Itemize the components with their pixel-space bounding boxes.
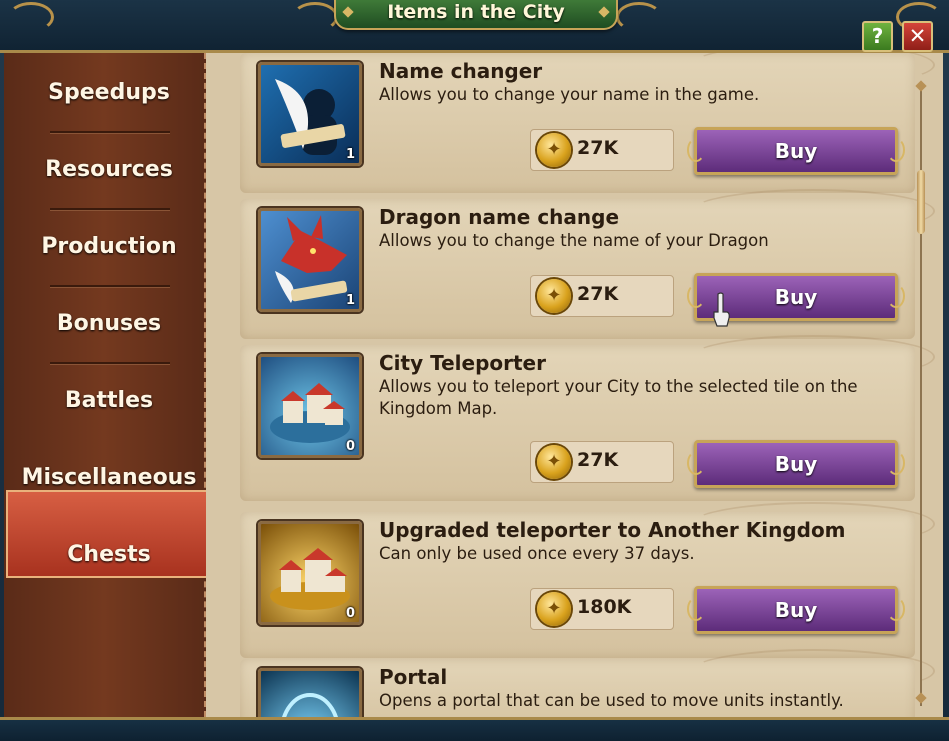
price-value: 27K <box>577 449 619 471</box>
item-count: 1 <box>345 293 355 308</box>
buy-button[interactable]: Buy <box>687 586 905 634</box>
dialog-footer <box>0 717 949 741</box>
quill-name-icon <box>275 79 346 155</box>
item-description: Allows you to change the name of your Dr… <box>379 231 769 250</box>
price-value: 27K <box>577 137 619 159</box>
sidebar-item-battles[interactable]: Battles <box>4 363 214 439</box>
gold-coin-icon: ✦ <box>537 592 571 626</box>
item-count: 0 <box>345 606 355 621</box>
gold-coin-icon: ✦ <box>537 445 571 479</box>
items-list: 1 Name changer Allows you to change your… <box>206 53 943 717</box>
category-sidebar: Speedups Resources Production Bonuses Ba… <box>4 53 235 717</box>
item-name: City Teleporter <box>379 351 546 375</box>
price-value: 180K <box>577 596 632 618</box>
scroll-up-arrow[interactable] <box>915 80 927 92</box>
item-description: Opens a portal that can be used to move … <box>379 691 844 710</box>
buy-button[interactable]: Buy <box>687 440 905 488</box>
dialog-title: Items in the City <box>387 1 565 23</box>
sidebar-item-miscellaneous[interactable]: Miscellaneous <box>4 440 214 516</box>
item-description: Allows you to teleport your City to the … <box>379 377 858 418</box>
dragon-icon: 1 <box>258 208 362 312</box>
item-name: Name changer <box>379 59 543 83</box>
gold-coin-icon: ✦ <box>537 133 571 167</box>
golden-city-icon <box>270 548 350 610</box>
city-icon: 0 <box>258 354 362 458</box>
item-count: 1 <box>345 147 355 162</box>
price-value: 27K <box>577 283 619 305</box>
item-card: 1 Name changer Allows you to change your… <box>240 53 935 193</box>
ornament <box>292 2 338 32</box>
item-description: Can only be used once every 37 days. <box>379 544 695 563</box>
item-card: Portal Opens a portal that can be used t… <box>240 649 935 717</box>
dialog-header: Items in the City ? ✕ <box>0 0 949 53</box>
sidebar-item-resources[interactable]: Resources <box>4 132 214 208</box>
price-box: ✦ 27K <box>530 129 674 171</box>
hand-cursor-icon <box>713 292 730 327</box>
sidebar-item-bonuses[interactable]: Bonuses <box>4 286 214 362</box>
item-card: 0 City Teleporter Allows you to teleport… <box>240 335 935 501</box>
item-card: 1 Dragon name change Allows you to chang… <box>240 189 935 339</box>
item-name: Dragon name change <box>379 205 620 229</box>
gold-coin-icon: ✦ <box>537 279 571 313</box>
title-plate: Items in the City <box>334 0 618 30</box>
quill-name-icon: 1 <box>258 62 362 166</box>
sidebar-item-speedups[interactable]: Speedups <box>4 55 214 131</box>
scrollbar[interactable] <box>915 80 927 706</box>
ornament <box>616 2 662 32</box>
item-description: Allows you to change your name in the ga… <box>379 85 760 104</box>
close-button[interactable]: ✕ <box>902 21 933 52</box>
price-box: ✦ 27K <box>530 441 674 483</box>
scroll-down-arrow[interactable] <box>915 692 927 704</box>
dragon-icon <box>275 215 348 303</box>
item-name: Upgraded teleporter to Another Kingdom <box>379 518 846 542</box>
price-box: ✦ 27K <box>530 275 674 317</box>
ornament <box>8 2 54 32</box>
help-button[interactable]: ? <box>862 21 893 52</box>
price-box: ✦ 180K <box>530 588 674 630</box>
buy-button[interactable]: Buy <box>687 127 905 175</box>
sidebar-item-chests[interactable]: Chests <box>4 517 214 593</box>
item-card: 0 Upgraded teleporter to Another Kingdom… <box>240 502 935 658</box>
item-count: 0 <box>345 439 355 454</box>
sidebar-item-production[interactable]: Production <box>4 209 214 285</box>
item-name: Portal <box>379 665 448 689</box>
scroll-thumb[interactable] <box>917 170 925 234</box>
portal-icon <box>282 693 338 717</box>
golden-city-icon: 0 <box>258 521 362 625</box>
portal-icon <box>258 668 362 717</box>
city-icon <box>270 383 350 443</box>
